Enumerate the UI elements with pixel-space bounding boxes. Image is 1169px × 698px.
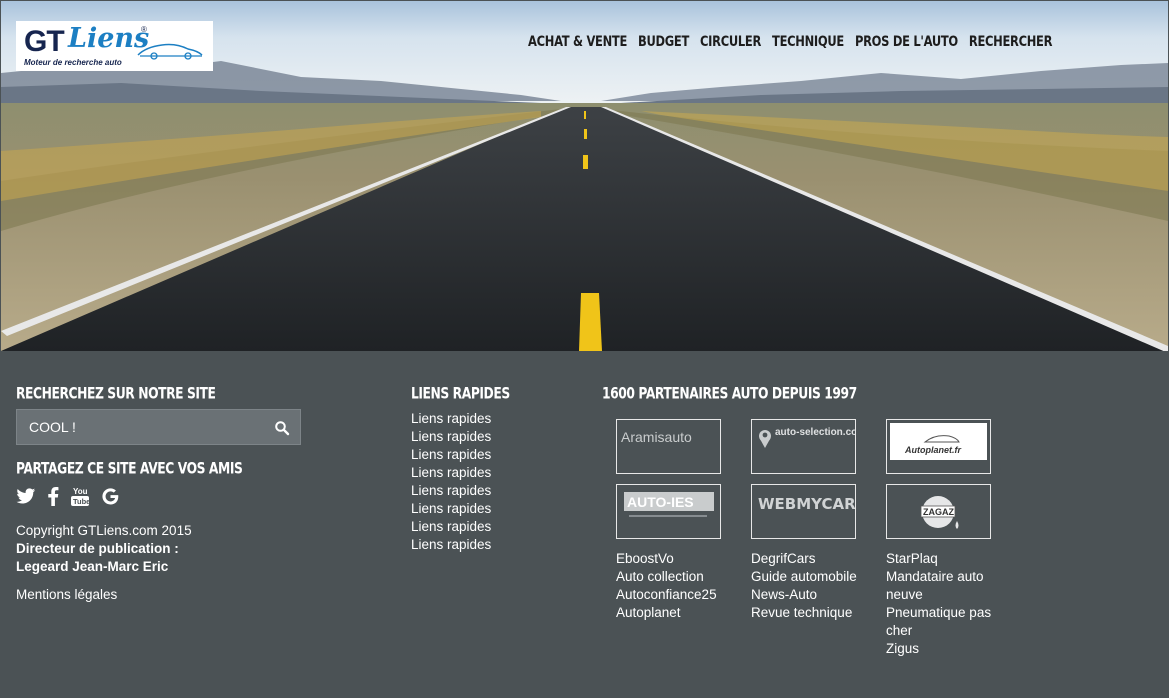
quick-links-list: Liens rapides Liens rapides Liens rapide… — [411, 410, 491, 554]
partner-logo-text: Autoplanet.fr — [904, 445, 961, 455]
partner-link[interactable]: News-Auto — [751, 586, 857, 604]
search-icon[interactable] — [274, 420, 290, 436]
logo-gt-text: GT — [24, 25, 65, 58]
partner-logo-webmycar[interactable]: WEBMYCAR — [751, 484, 856, 539]
partner-link[interactable]: EboostVo — [616, 550, 717, 568]
twitter-icon[interactable] — [16, 487, 36, 510]
partner-logo-text: AUTO-IES — [627, 494, 694, 510]
partner-link[interactable]: Pneumatique pas — [886, 604, 991, 622]
partner-link[interactable]: Auto collection — [616, 568, 717, 586]
svg-text:You: You — [73, 487, 88, 496]
car-outline-icon — [137, 43, 203, 60]
google-icon[interactable] — [101, 487, 120, 511]
facebook-icon[interactable] — [48, 486, 59, 511]
partners-heading: 1600 PARTENAIRES AUTO DEPUIS 1997 — [602, 384, 857, 404]
partner-link[interactable]: StarPlaq — [886, 550, 991, 568]
quick-link[interactable]: Liens rapides — [411, 428, 491, 446]
partner-logo-zagaz[interactable]: ZAGAZ — [886, 484, 991, 539]
copyright-text: Copyright GTLiens.com 2015 — [16, 523, 192, 538]
site-logo[interactable]: GT Liens ® Moteur de recherche auto — [16, 21, 213, 71]
publisher-label: Directeur de publication : — [16, 541, 179, 556]
hero-banner: GT Liens ® Moteur de recherche auto ACHA… — [1, 1, 1168, 351]
nav-budget[interactable]: BUDGET — [638, 32, 689, 50]
nav-rechercher[interactable]: RECHERCHER — [969, 32, 1053, 50]
logo-registered-mark: ® — [141, 25, 147, 34]
quick-link[interactable]: Liens rapides — [411, 518, 491, 536]
partner-logo-autoplanet[interactable]: Autoplanet.fr — [886, 419, 991, 474]
partner-link[interactable]: Zigus — [886, 640, 991, 658]
partner-link[interactable]: Autoplanet — [616, 604, 717, 622]
partner-link[interactable]: cher — [886, 622, 991, 640]
quick-link[interactable]: Liens rapides — [411, 482, 491, 500]
quick-links-heading: LIENS RAPIDES — [411, 384, 510, 404]
nav-technique[interactable]: TECHNIQUE — [772, 32, 844, 50]
logo-tagline: Moteur de recherche auto — [24, 58, 122, 67]
search-input[interactable] — [17, 410, 267, 444]
quick-link[interactable]: Liens rapides — [411, 536, 491, 554]
partners-list-1: EboostVo Auto collection Autoconfiance25… — [616, 550, 717, 622]
partner-link[interactable]: Mandataire auto — [886, 568, 991, 586]
partners-list-2: DegrifCars Guide automobile News-Auto Re… — [751, 550, 857, 622]
quick-link[interactable]: Liens rapides — [411, 410, 491, 428]
partner-logo-text: Aramisauto — [621, 429, 692, 445]
quick-link[interactable]: Liens rapides — [411, 446, 491, 464]
partner-logo-auto-selection[interactable]: auto-selection.com — [751, 419, 866, 474]
svg-text:Tube: Tube — [73, 497, 89, 506]
search-heading: RECHERCHEZ SUR NOTRE SITE — [16, 384, 216, 404]
publisher-name: Legeard Jean-Marc Eric — [16, 559, 169, 574]
search-form — [16, 409, 301, 445]
partner-logo-text: auto-selection.com — [775, 427, 855, 438]
quick-link[interactable]: Liens rapides — [411, 464, 491, 482]
nav-pros-auto[interactable]: PROS DE L'AUTO — [855, 32, 958, 50]
main-nav: ACHAT & VENTE BUDGET CIRCULER TECHNIQUE … — [528, 32, 1063, 50]
share-heading: PARTAGEZ CE SITE AVEC VOS AMIS — [16, 459, 243, 479]
partners-list-3: StarPlaq Mandataire auto neuve Pneumatiq… — [886, 550, 991, 658]
partner-logo-text: ZAGAZ — [923, 507, 954, 517]
partner-logo-auto-ies[interactable]: AUTO-IES — [616, 484, 721, 539]
partner-link[interactable]: neuve — [886, 586, 991, 604]
youtube-icon[interactable]: You Tube — [71, 486, 90, 511]
partner-link[interactable]: Autoconfiance25 — [616, 586, 717, 604]
nav-circuler[interactable]: CIRCULER — [700, 32, 761, 50]
partner-logo-aramisauto[interactable]: Aramisauto — [616, 419, 721, 474]
partner-logo-text: WEBMYCAR — [758, 495, 855, 513]
partner-link[interactable]: DegrifCars — [751, 550, 857, 568]
nav-achat-vente[interactable]: ACHAT & VENTE — [528, 32, 627, 50]
quick-link[interactable]: Liens rapides — [411, 500, 491, 518]
social-icons: You Tube — [16, 486, 120, 511]
partner-link[interactable]: Revue technique — [751, 604, 857, 622]
legal-mentions-link[interactable]: Mentions légales — [16, 586, 117, 604]
partner-link[interactable]: Guide automobile — [751, 568, 857, 586]
